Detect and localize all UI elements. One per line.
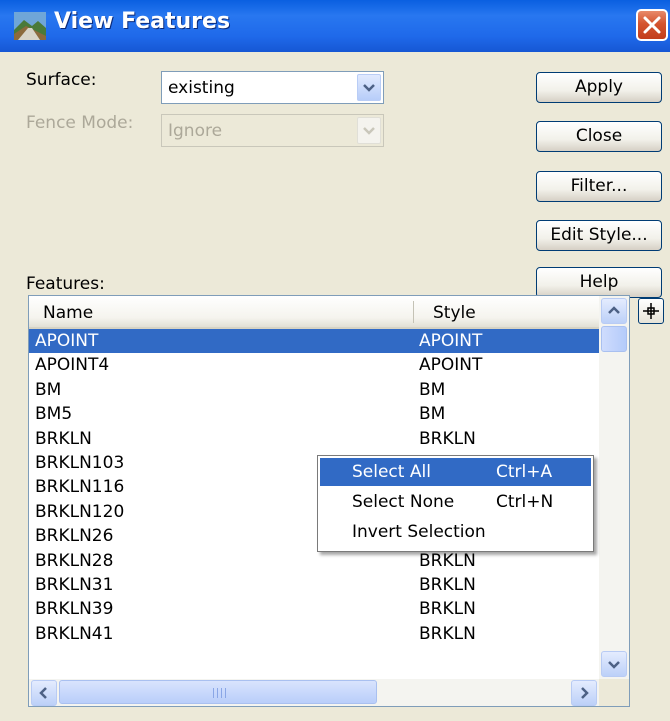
menu-item-invert-selection[interactable]: Invert Selection (320, 518, 591, 546)
scroll-left-icon (39, 687, 47, 699)
list-row[interactable]: BRKLN39 BRKLN (29, 597, 599, 621)
row-name: BRKLN103 (35, 452, 125, 473)
chevron-down-icon (363, 127, 375, 135)
list-row[interactable]: BRKLN31 BRKLN (29, 573, 599, 597)
surface-select[interactable]: existing (161, 71, 384, 104)
row-name: BRKLN120 (35, 501, 125, 522)
column-divider[interactable] (413, 301, 414, 323)
scroll-grip (217, 688, 218, 698)
menu-item-select-none[interactable]: Select None Ctrl+N (320, 488, 591, 516)
fence-mode-value: Ignore (168, 121, 223, 141)
row-style: APOINT (419, 331, 483, 351)
row-style: APOINT (419, 355, 483, 376)
row-name: BRKLN116 (35, 477, 125, 498)
edit-style-button[interactable]: Edit Style... (536, 220, 662, 251)
row-style: BRKLN (419, 599, 476, 620)
features-label: Features: (26, 274, 105, 294)
scroll-up-icon (608, 306, 620, 314)
scroll-down-button[interactable] (601, 651, 627, 677)
scroll-up-button[interactable] (601, 298, 627, 324)
chevron-down-icon (363, 84, 375, 92)
column-header-style[interactable]: Style (433, 303, 476, 323)
app-icon (14, 12, 46, 40)
close-icon (643, 16, 661, 34)
column-header-name[interactable]: Name (43, 303, 93, 323)
row-style: BRKLN (419, 574, 476, 595)
row-style: BM (419, 379, 446, 400)
scroll-right-icon (581, 687, 589, 699)
row-style: BM (419, 404, 446, 425)
vertical-scroll-thumb[interactable] (601, 326, 627, 352)
close-button[interactable]: Close (536, 121, 662, 152)
vertical-scrollbar[interactable] (599, 296, 629, 679)
row-style: BRKLN (419, 623, 476, 644)
list-row[interactable]: BRKLN41 BRKLN (29, 622, 599, 646)
apply-button[interactable]: Apply (536, 72, 662, 103)
scroll-down-icon (608, 661, 620, 669)
surface-value: existing (168, 78, 235, 98)
list-row[interactable]: BM5 BM (29, 402, 599, 426)
view-features-dialog: View Features Surface: existing Fence Mo… (0, 0, 670, 721)
scroll-right-button[interactable] (571, 680, 597, 706)
surface-dropdown-button[interactable] (357, 74, 381, 101)
row-name: BM (35, 379, 62, 400)
row-name: BRKLN41 (35, 623, 114, 644)
list-row[interactable]: BRKLN28 BRKLN (29, 549, 599, 573)
fence-mode-label: Fence Mode: (26, 113, 134, 133)
scroll-left-button[interactable] (31, 680, 57, 706)
help-button[interactable]: Help (536, 267, 662, 298)
fence-mode-select[interactable]: Ignore (161, 114, 384, 147)
surface-label: Surface: (26, 70, 97, 90)
menu-item-label: Select All (352, 462, 431, 482)
locate-feature-button[interactable] (638, 298, 664, 324)
list-row[interactable]: BRKLN BRKLN (29, 427, 599, 451)
scrollbar-corner (599, 679, 629, 706)
row-name: BRKLN28 (35, 550, 114, 571)
scroll-grip (225, 688, 226, 698)
window-title: View Features (54, 9, 231, 34)
close-window-button[interactable] (636, 9, 668, 41)
menu-item-shortcut: Ctrl+N (496, 492, 554, 512)
row-name: APOINT (35, 331, 99, 351)
menu-item-label: Invert Selection (352, 522, 486, 542)
fence-mode-dropdown-button[interactable] (357, 117, 381, 144)
list-header: Name Style (29, 296, 599, 329)
list-row[interactable]: BM BM (29, 378, 599, 402)
context-menu: Select All Ctrl+A Select None Ctrl+N Inv… (317, 455, 594, 552)
horizontal-scroll-thumb[interactable] (59, 680, 377, 704)
row-name: BRKLN31 (35, 574, 114, 595)
row-name: BM5 (35, 404, 73, 425)
crosshair-icon (643, 303, 659, 319)
horizontal-scrollbar[interactable] (29, 679, 599, 706)
row-name: BRKLN26 (35, 526, 114, 547)
scroll-grip (213, 688, 214, 698)
row-name: BRKLN (35, 428, 92, 449)
row-name: BRKLN39 (35, 599, 114, 620)
menu-item-select-all[interactable]: Select All Ctrl+A (320, 458, 591, 486)
row-style: BRKLN (419, 550, 476, 571)
row-name: APOINT4 (35, 355, 110, 376)
menu-item-label: Select None (352, 492, 455, 512)
row-style: BRKLN (419, 428, 476, 449)
menu-item-shortcut: Ctrl+A (496, 462, 553, 482)
list-row[interactable]: APOINT4 APOINT (29, 353, 599, 377)
title-bar[interactable]: View Features (0, 0, 670, 52)
scroll-grip (221, 688, 222, 698)
list-row[interactable]: APOINT APOINT (29, 329, 599, 354)
filter-button[interactable]: Filter... (536, 171, 662, 202)
